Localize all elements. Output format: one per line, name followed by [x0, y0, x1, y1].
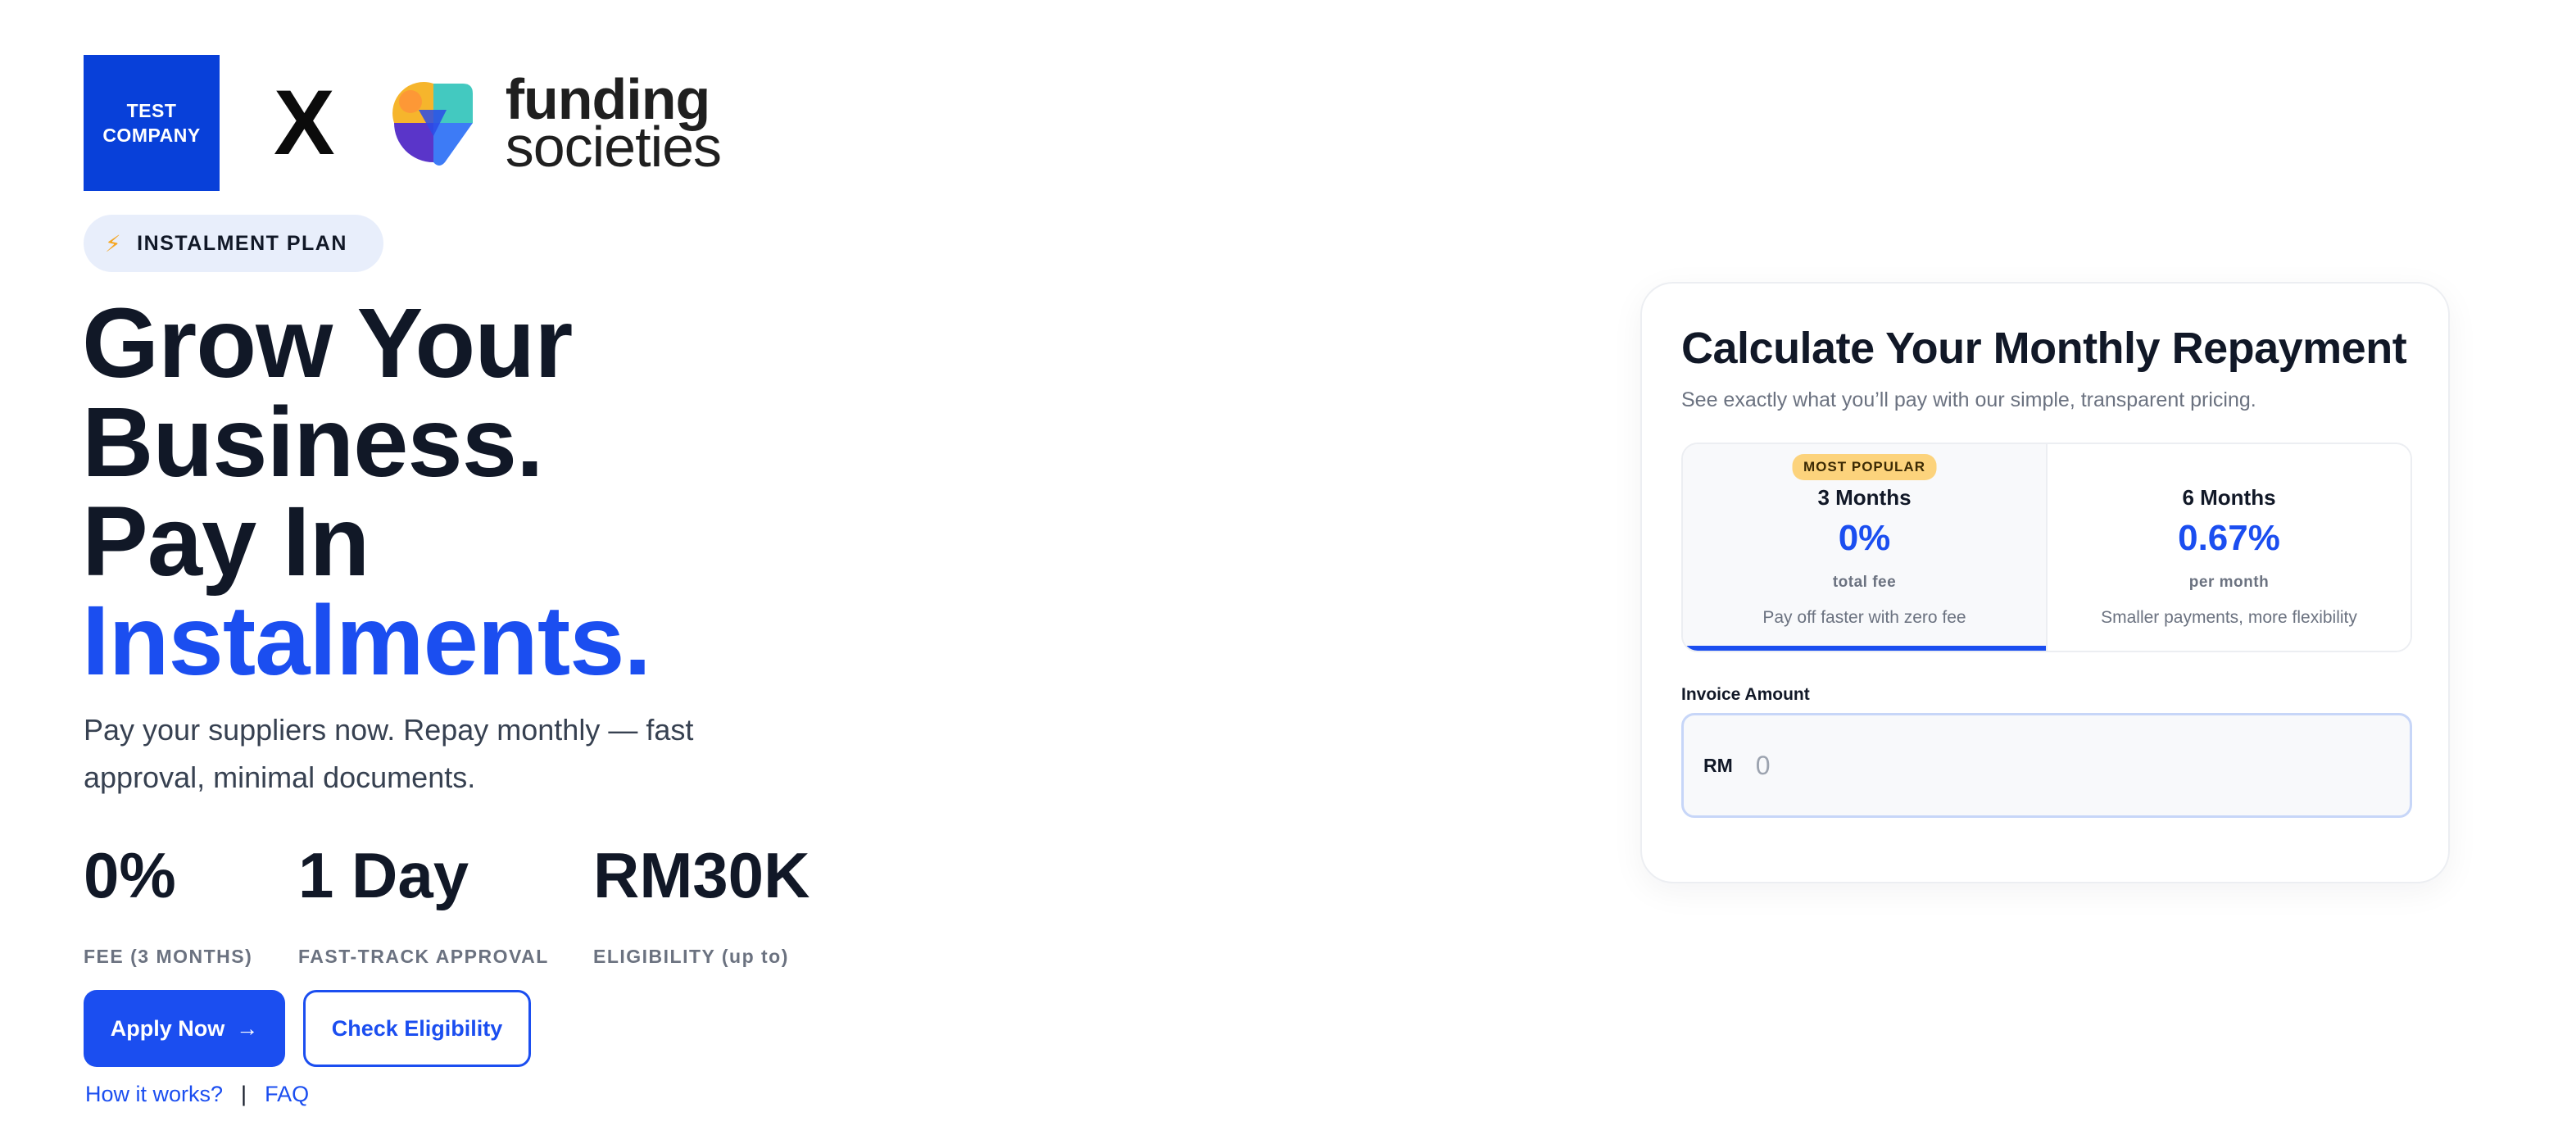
arrow-right-icon: → [236, 1015, 259, 1041]
link-separator: | [241, 1082, 247, 1106]
stat-label: ELIGIBILITY (up to) [593, 946, 789, 967]
funding-societies-logo-mark-icon [392, 82, 473, 166]
headline-line-2: Business. [82, 386, 544, 497]
faq-link[interactable]: FAQ [265, 1082, 309, 1107]
apply-now-label: Apply Now [110, 1015, 225, 1041]
most-popular-badge: MOST POPULAR [1792, 454, 1937, 480]
funding-societies-logo: funding societies [376, 66, 722, 180]
how-it-works-link[interactable]: How it works? [85, 1082, 223, 1107]
stat-value: 1 Day [298, 839, 469, 911]
help-links: How it works? | FAQ [85, 1082, 309, 1107]
partnership-cross: X [274, 71, 335, 174]
plan-rate: 0.67% [2178, 518, 2280, 558]
stat-label: FEE (3 MONTHS) [84, 946, 253, 967]
stat-eligibility: RM30K ELIGIBILITY (up to) [593, 836, 810, 968]
logo-row: TEST COMPANY X funding societies [84, 54, 722, 192]
stat-value: RM30K [593, 839, 810, 911]
hero-headline: Grow Your Business. Pay In Instalments. [82, 293, 651, 690]
pill-label: INSTALMENT PLAN [137, 231, 347, 255]
stat-value: 0% [84, 839, 176, 911]
headline-line-3: Pay In [82, 485, 370, 597]
plan-option-6-months[interactable]: 6 Months 0.67% per month Smaller payment… [2046, 444, 2410, 651]
headline-line-1: Grow Your [82, 287, 573, 398]
headline-line-4: Instalments. [82, 584, 651, 696]
plan-selector: MOST POPULAR 3 Months 0% total fee Pay o… [1681, 443, 2412, 652]
funding-societies-wordmark: funding societies [505, 70, 722, 179]
partner-logo-line-2: COMPANY [102, 125, 201, 146]
instalment-plan-pill: ⚡ INSTALMENT PLAN [84, 215, 383, 272]
plan-rate-unit: total fee [1832, 574, 1897, 591]
invoice-amount-field[interactable]: RM [1681, 713, 2412, 818]
currency-prefix: RM [1703, 754, 1733, 776]
stat-fee: 0% FEE (3 MONTHS) [84, 836, 252, 968]
plan-term: 6 Months [2182, 485, 2276, 510]
plan-term: 3 Months [1817, 485, 1912, 510]
partner-logo: TEST COMPANY [84, 55, 220, 191]
invoice-amount-input[interactable] [1755, 750, 2379, 781]
calculator-title: Calculate Your Monthly Repayment [1681, 324, 2407, 373]
partner-logo-line-1: TEST [126, 100, 177, 121]
hero-subtitle: Pay your suppliers now. Repay monthly — … [84, 713, 694, 794]
plan-rate-unit: per month [2188, 574, 2270, 591]
stat-approval: 1 Day FAST-TRACK APPROVAL [298, 836, 549, 968]
apply-now-button[interactable]: Apply Now → [84, 990, 285, 1067]
plan-description: Pay off faster with zero fee [1762, 608, 1966, 627]
plan-rate: 0% [1838, 518, 1891, 558]
invoice-amount-label: Invoice Amount [1681, 685, 1810, 704]
lightning-bolt-icon: ⚡ [105, 230, 123, 256]
repayment-calculator-card: Calculate Your Monthly Repayment See exa… [1640, 282, 2450, 883]
check-eligibility-button[interactable]: Check Eligibility [303, 990, 531, 1067]
calculator-subtitle: See exactly what you’ll pay with our sim… [1681, 388, 2256, 411]
stat-label: FAST-TRACK APPROVAL [298, 946, 549, 967]
plan-option-3-months[interactable]: MOST POPULAR 3 Months 0% total fee Pay o… [1683, 444, 2046, 651]
plan-description: Smaller payments, more flexibility [2101, 608, 2357, 627]
wordmark-line-2: societies [505, 115, 722, 179]
